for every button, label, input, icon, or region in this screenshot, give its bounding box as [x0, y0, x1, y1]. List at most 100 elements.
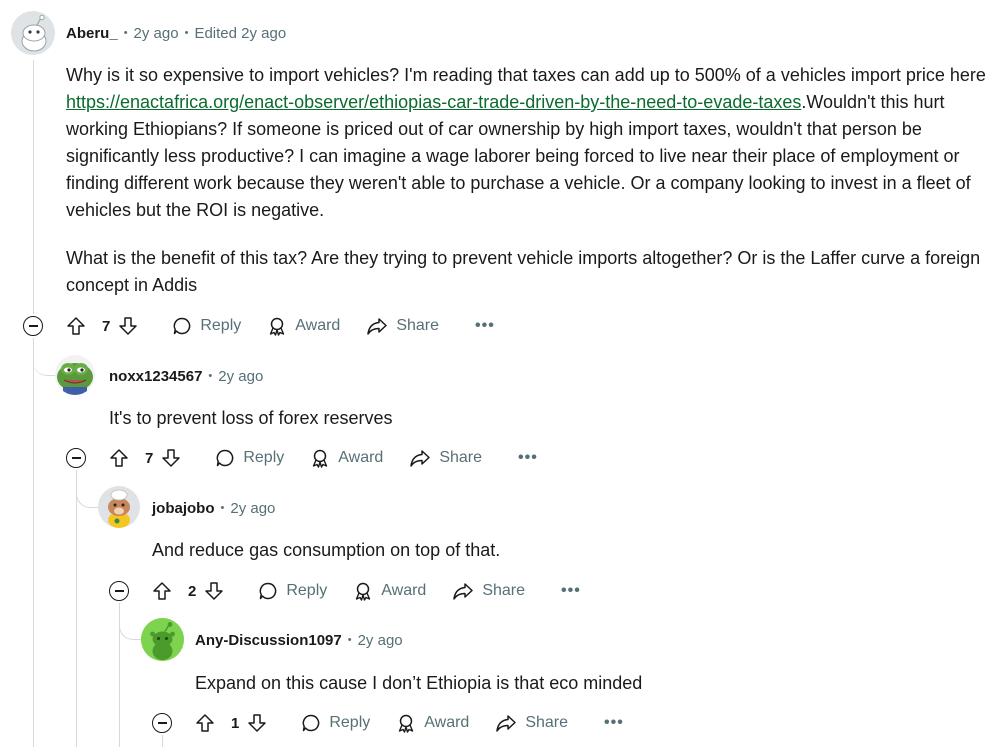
collapse-button[interactable] — [152, 713, 172, 733]
vote-count: 7 — [145, 449, 154, 467]
vote-group: 7 — [109, 448, 189, 468]
comment-paragraph: It's to prevent loss of forex reserves — [109, 408, 393, 428]
avatar[interactable] — [55, 355, 95, 395]
award-label: Award — [295, 317, 341, 334]
reply-label: Reply — [329, 714, 371, 731]
separator-dot: • — [347, 634, 352, 646]
vote-group: 7 — [66, 316, 146, 336]
share-icon — [453, 583, 474, 600]
separator-dot: • — [184, 27, 189, 39]
vote-group: 1 — [195, 713, 275, 733]
reply-bubble-icon — [259, 582, 277, 600]
share-label: Share — [396, 317, 440, 334]
reply-label: Reply — [286, 582, 328, 599]
downvote-icon[interactable] — [161, 448, 181, 468]
share-button[interactable]: Share — [366, 316, 439, 336]
avatar-snoo-green-icon — [141, 618, 184, 661]
comment-meta: noxx1234567 • 2y ago — [109, 365, 263, 387]
vote-count: 2 — [188, 582, 197, 600]
username[interactable]: jobajobo — [152, 500, 215, 517]
reply-button[interactable]: Reply — [215, 448, 284, 468]
separator-dot: • — [123, 27, 128, 39]
more-options-button[interactable]: ••• — [561, 582, 581, 600]
comment-meta: Any-Discussion1097 • 2y ago — [195, 629, 403, 651]
upvote-icon[interactable] — [66, 316, 86, 336]
vote-group: 2 — [152, 581, 232, 601]
comment-text: Why is it so expensive to import vehicle… — [66, 65, 986, 85]
comment-paragraph: What is the benefit of this tax? Are the… — [66, 248, 981, 295]
vote-count: 7 — [102, 317, 111, 335]
thread-line-root — [33, 60, 34, 314]
thread-elbow-anydiscussion — [119, 603, 141, 640]
timestamp[interactable]: 2y ago — [134, 25, 179, 42]
reply-bubble-icon — [302, 714, 320, 732]
avatar[interactable] — [141, 618, 184, 661]
more-options-button[interactable]: ••• — [518, 449, 538, 467]
award-button[interactable]: Award — [310, 448, 383, 468]
comment-body: Why is it so expensive to import vehicle… — [66, 62, 991, 299]
collapse-button[interactable] — [66, 448, 86, 468]
upvote-icon[interactable] — [152, 581, 172, 601]
award-icon — [313, 449, 328, 468]
reply-label: Reply — [243, 449, 285, 466]
award-button[interactable]: Award — [353, 581, 426, 601]
thread-line-anydiscussion — [162, 735, 163, 747]
external-link[interactable]: https://enactafrica.org/enact-observer/e… — [66, 92, 801, 112]
downvote-icon[interactable] — [247, 713, 267, 733]
timestamp[interactable]: 2y ago — [218, 368, 263, 385]
collapse-button[interactable] — [23, 316, 43, 336]
share-label: Share — [482, 582, 526, 599]
edited-label: Edited 2y ago — [194, 24, 287, 42]
username[interactable]: noxx1234567 — [109, 368, 202, 385]
upvote-icon[interactable] — [109, 448, 129, 468]
comment-meta: jobajobo • 2y ago — [152, 497, 275, 519]
action-bar: 7 Reply Award Share ••• — [66, 312, 495, 340]
username[interactable]: Any-Discussion1097 — [195, 632, 342, 649]
award-button[interactable]: Award — [267, 316, 340, 336]
separator-dot: • — [208, 370, 213, 382]
thread-elbow-noxx — [33, 338, 55, 376]
share-icon — [496, 715, 517, 732]
comment-meta: Aberu_ • 2y ago • Edited 2y ago — [66, 22, 286, 44]
comment-paragraph: And reduce gas consumption on top of tha… — [152, 540, 501, 560]
action-bar: 1 Reply Award Share ••• — [195, 709, 624, 737]
thread-line-root-lower — [33, 338, 34, 747]
share-button[interactable]: Share — [409, 448, 482, 468]
action-bar: 7 Reply Award Share ••• — [109, 444, 538, 472]
more-options-button[interactable]: ••• — [604, 714, 624, 732]
award-label: Award — [338, 449, 384, 466]
collapse-button[interactable] — [109, 581, 129, 601]
award-label: Award — [424, 714, 470, 731]
award-icon — [356, 582, 371, 601]
avatar-frog-icon — [57, 363, 93, 395]
comment-body: Expand on this cause I don’t Ethiopia is… — [195, 670, 985, 697]
thread-elbow-jobajobo — [76, 470, 98, 508]
award-button[interactable]: Award — [396, 713, 469, 733]
username[interactable]: Aberu_ — [66, 25, 118, 42]
downvote-icon[interactable] — [204, 581, 224, 601]
avatar-snoo-chef-icon — [98, 486, 140, 528]
timestamp[interactable]: 2y ago — [358, 632, 403, 649]
timestamp[interactable]: 2y ago — [230, 500, 275, 517]
reply-bubble-icon — [173, 317, 191, 335]
avatar-snoo-icon — [11, 11, 55, 55]
avatar[interactable] — [98, 486, 140, 528]
reply-button[interactable]: Reply — [172, 316, 241, 336]
share-icon — [410, 450, 431, 467]
reply-button[interactable]: Reply — [301, 713, 370, 733]
downvote-icon[interactable] — [118, 316, 138, 336]
comment-body: It's to prevent loss of forex reserves — [109, 405, 989, 432]
more-options-button[interactable]: ••• — [475, 317, 495, 335]
vote-count: 1 — [231, 714, 240, 732]
reply-label: Reply — [200, 317, 242, 334]
share-icon — [367, 318, 388, 335]
share-button[interactable]: Share — [495, 713, 568, 733]
share-label: Share — [439, 449, 483, 466]
reply-bubble-icon — [216, 449, 234, 467]
comment-paragraph: Expand on this cause I don’t Ethiopia is… — [195, 673, 643, 693]
upvote-icon[interactable] — [195, 713, 215, 733]
reply-button[interactable]: Reply — [258, 581, 327, 601]
avatar[interactable] — [11, 11, 55, 55]
share-button[interactable]: Share — [452, 581, 525, 601]
award-icon — [399, 714, 414, 733]
